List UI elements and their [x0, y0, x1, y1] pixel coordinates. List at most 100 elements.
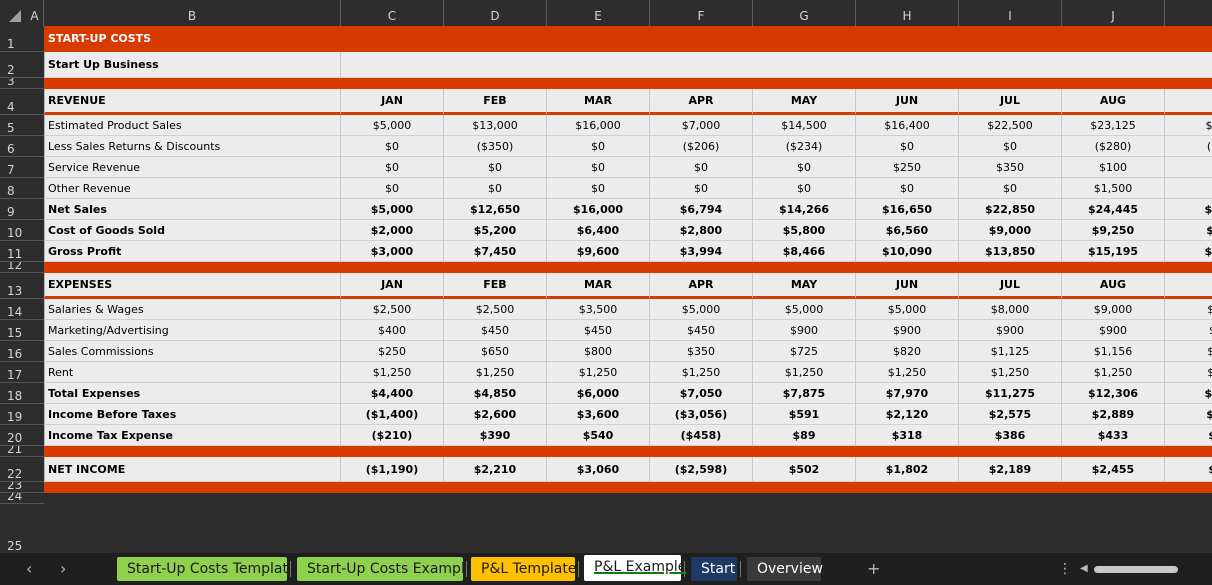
value-cell[interactable]: $0	[341, 157, 444, 178]
expenses-header-label[interactable]: EXPENSES	[44, 273, 341, 299]
value-cell[interactable]: $5,000	[650, 299, 753, 320]
row-label[interactable]: Other Revenue	[44, 178, 341, 199]
value-cell[interactable]: $390	[444, 425, 547, 446]
value-cell[interactable]: $1,250	[650, 362, 753, 383]
row-header-1[interactable]: 1	[0, 26, 44, 52]
value-cell[interactable]: $100	[1062, 157, 1165, 178]
value-cell[interactable]: $89	[753, 425, 856, 446]
add-sheet-icon[interactable]: +	[867, 557, 880, 581]
month-header-jan[interactable]: JAN	[341, 89, 444, 115]
value-cell[interactable]: ($234)	[753, 136, 856, 157]
month-header-aug[interactable]: AUG	[1062, 273, 1165, 299]
value-cell[interactable]: $650	[444, 341, 547, 362]
value-cell[interactable]: $450	[650, 320, 753, 341]
value-cell[interactable]: $0	[753, 157, 856, 178]
value-cell[interactable]: $3,000	[341, 241, 444, 262]
month-header-jul[interactable]: JUL	[959, 273, 1062, 299]
net-income-value[interactable]: $2,189	[959, 457, 1062, 482]
value-cell[interactable]: $5,000	[856, 299, 959, 320]
value-cell[interactable]: $6,000	[547, 383, 650, 404]
sheet-title[interactable]: START-UP COSTS	[44, 26, 1212, 52]
value-cell[interactable]: $591	[753, 404, 856, 425]
value-cell[interactable]: $16,000	[547, 115, 650, 136]
sheet-tab-start[interactable]: Start	[691, 557, 737, 581]
row-header-2[interactable]: 2	[0, 52, 44, 78]
value-cell[interactable]: $0	[753, 178, 856, 199]
row-header-15[interactable]: 15	[0, 320, 44, 341]
row-label[interactable]: Sales Commissions	[44, 341, 341, 362]
value-cell[interactable]: $4,400	[341, 383, 444, 404]
scroll-left-icon[interactable]: ◀	[1080, 557, 1088, 581]
value-cell[interactable]: $16,650	[856, 199, 959, 220]
net-income-value[interactable]: $502	[753, 457, 856, 482]
row-label[interactable]: Income Before Taxes	[44, 404, 341, 425]
row-header-18[interactable]: 18	[0, 383, 44, 404]
row-header-22[interactable]: 22	[0, 457, 44, 482]
net-income-value[interactable]: $3,060	[547, 457, 650, 482]
value-cell[interactable]: $9,	[1165, 299, 1212, 320]
value-cell[interactable]: $22,850	[959, 199, 1062, 220]
select-all-corner[interactable]	[0, 0, 26, 26]
value-cell[interactable]: $0	[547, 178, 650, 199]
value-cell[interactable]: $450	[444, 320, 547, 341]
value-cell[interactable]: $400	[341, 320, 444, 341]
value-cell[interactable]: $250	[341, 341, 444, 362]
value-cell[interactable]: $0	[650, 157, 753, 178]
sheet-tab-start-up-costs-template[interactable]: Start-Up Costs Template	[117, 557, 297, 581]
value-cell[interactable]: $7,875	[753, 383, 856, 404]
value-cell[interactable]: $433	[1062, 425, 1165, 446]
value-cell[interactable]: $1,	[1165, 404, 1212, 425]
net-income-value[interactable]: $2,210	[444, 457, 547, 482]
row-label[interactable]: Service Revenue	[44, 157, 341, 178]
value-cell[interactable]: $10,090	[856, 241, 959, 262]
month-header-may[interactable]: MAY	[753, 89, 856, 115]
value-cell[interactable]: $16,400	[856, 115, 959, 136]
cell-grid[interactable]: START-UP COSTS Start Up Business REVENUE JA…	[44, 26, 1212, 553]
value-cell[interactable]: $900	[856, 320, 959, 341]
value-cell[interactable]: $11,275	[959, 383, 1062, 404]
net-income-value[interactable]: $1,802	[856, 457, 959, 482]
value-cell[interactable]: $2,800	[650, 220, 753, 241]
value-cell[interactable]: $5,000	[341, 115, 444, 136]
value-cell[interactable]: $1,156	[1062, 341, 1165, 362]
value-cell[interactable]: $0	[856, 178, 959, 199]
row-header-20[interactable]: 20	[0, 425, 44, 446]
value-cell[interactable]: $12,306	[1062, 383, 1165, 404]
sheet-tab-p-l-template[interactable]: P&L Template	[471, 557, 577, 581]
value-cell[interactable]: $4,850	[444, 383, 547, 404]
value-cell[interactable]: $2,600	[444, 404, 547, 425]
value-cell[interactable]: $6,560	[856, 220, 959, 241]
value-cell[interactable]: $350	[959, 157, 1062, 178]
month-header-jun[interactable]: JUN	[856, 273, 959, 299]
value-cell[interactable]: $8,000	[959, 299, 1062, 320]
sheet-tab-start-up-costs-example[interactable]: Start-Up Costs Example	[297, 557, 473, 581]
next-sheet-icon[interactable]: ›	[60, 557, 66, 581]
value-cell[interactable]: ($1,400)	[341, 404, 444, 425]
row-header-4[interactable]: 4	[0, 89, 44, 115]
row-header-9[interactable]: 9	[0, 199, 44, 220]
month-header-s[interactable]: S	[1165, 89, 1212, 115]
value-cell[interactable]: $3,600	[547, 404, 650, 425]
row-header-11[interactable]: 11	[0, 241, 44, 262]
sheet-tab-p-l-example[interactable]: P&L Example	[584, 555, 686, 581]
value-cell[interactable]: $6,794	[650, 199, 753, 220]
row-header-5[interactable]: 5	[0, 115, 44, 136]
value-cell[interactable]: $5,800	[753, 220, 856, 241]
row-header-25[interactable]: 25	[0, 504, 44, 553]
value-cell[interactable]: $1,	[1165, 362, 1212, 383]
row-label[interactable]: Gross Profit	[44, 241, 341, 262]
orange-separator[interactable]	[44, 482, 1212, 493]
value-cell[interactable]: $2,500	[341, 299, 444, 320]
row-header-3[interactable]: 3	[0, 78, 44, 89]
value-cell[interactable]: $800	[547, 341, 650, 362]
value-cell[interactable]: $900	[959, 320, 1062, 341]
business-blank-cell[interactable]	[341, 52, 1212, 78]
value-cell[interactable]: ($206)	[650, 136, 753, 157]
value-cell[interactable]: $12,650	[444, 199, 547, 220]
value-cell[interactable]: $318	[856, 425, 959, 446]
value-cell[interactable]: $1,250	[856, 362, 959, 383]
row-label[interactable]: Total Expenses	[44, 383, 341, 404]
value-cell[interactable]: ($350)	[444, 136, 547, 157]
value-cell[interactable]: $820	[856, 341, 959, 362]
column-header-e[interactable]: E	[547, 0, 650, 26]
